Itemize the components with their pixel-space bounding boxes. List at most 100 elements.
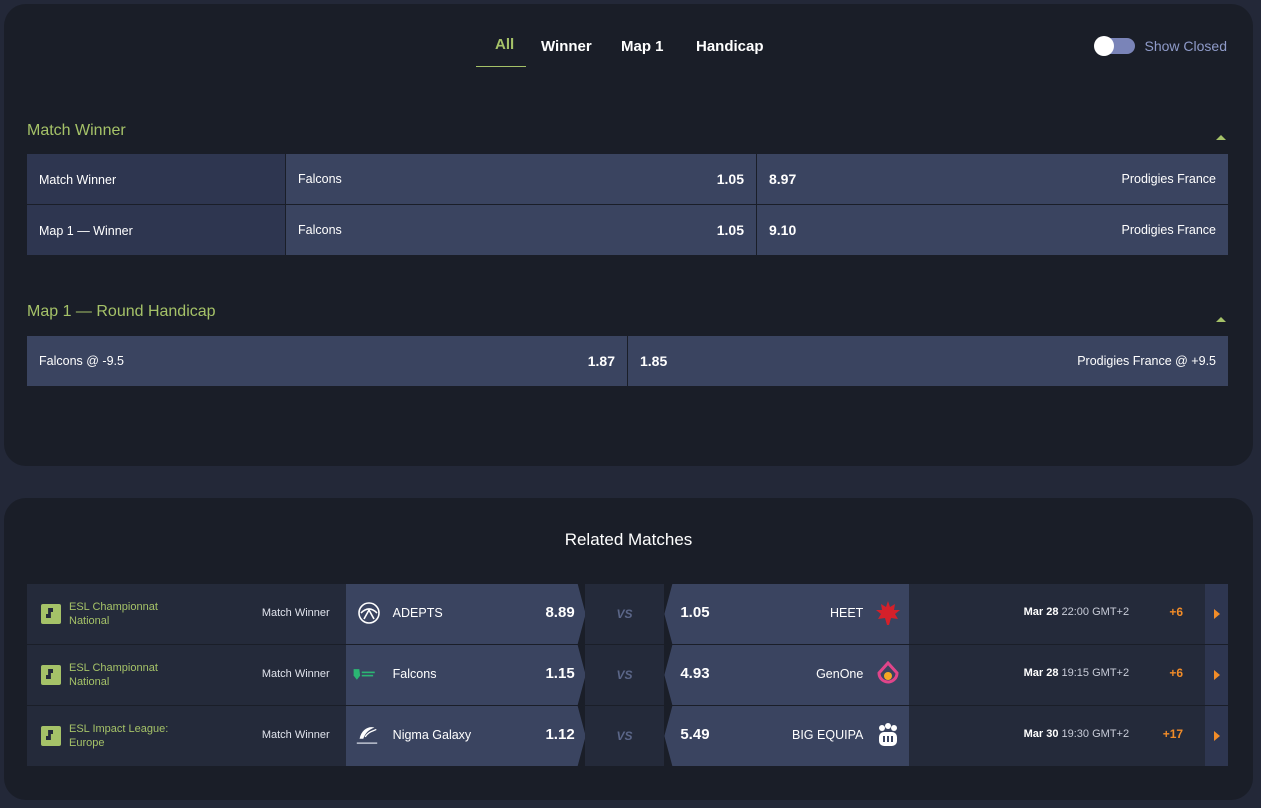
related-match-row[interactable]: ESL Impact League: Europe Match Winner N… [27,706,1228,766]
tab-handicap[interactable]: Handicap [696,38,764,55]
related-matches-title: Related Matches [564,530,693,549]
chevron-right-icon [1213,731,1220,741]
home-team-name: Falcons [298,223,342,237]
home-odd-value: 1.15 [545,665,575,682]
match-time: 22:00 GMT+2 [1061,606,1130,618]
home-odds-button[interactable]: Falcons 1.05 [286,205,756,255]
falcons-logo-icon [352,661,378,687]
big-equipa-logo-icon [875,722,901,748]
away-handicap-button[interactable]: 1.85 Prodigies France @ +9.5 [628,336,1228,386]
related-match-row[interactable]: ESL Championnat National Match Winner AD… [27,584,1228,644]
tab-map-1[interactable]: Map 1 [621,38,664,55]
away-odds-button[interactable]: 4.93 GenOne [664,645,910,705]
market-row: Match Winner Falcons 1.05 8.97 Prodigies… [27,154,1228,204]
league-name: ESL Championnat National [69,601,158,627]
collapse-icon[interactable] [1216,317,1226,322]
vs-label: VS [584,645,665,705]
nigma-galaxy-logo-icon [354,722,380,748]
home-team-name: ADEPTS [392,606,443,620]
open-match-button[interactable] [1205,584,1228,644]
home-odd-value: 8.89 [545,604,575,621]
open-match-button[interactable] [1205,645,1228,705]
home-odd-value: 1.87 [587,353,615,369]
home-odd-value: 1.05 [716,171,744,187]
home-odds-button[interactable]: Falcons 1.15 [345,645,585,705]
home-odds-button[interactable]: Falcons 1.05 [286,154,756,204]
match-info-cell: Mar 30 19:30 GMT+2 +17 [909,706,1206,766]
active-tab-underline [476,66,526,67]
related-matches-panel: Related Matches ESL Championnat National… [4,498,1253,800]
home-team-name: Nigma Galaxy [392,728,472,742]
home-handicap-button[interactable]: Falcons @ -9.5 1.87 [27,336,627,386]
section-title-match-winner: Match Winner [27,122,126,139]
open-match-button[interactable] [1205,706,1228,766]
cs-game-icon [41,726,61,746]
away-odd-value: 9.10 [769,222,797,238]
home-team-name: Falcons [392,667,437,681]
away-odd-value: 5.49 [680,726,710,743]
home-team-name: Falcons [298,172,342,186]
away-odds-button[interactable]: 5.49 BIG EQUIPA [664,706,910,766]
more-markets-count: +6 [1169,605,1184,619]
more-markets-count: +6 [1169,666,1184,680]
vs-label: VS [584,706,665,766]
away-odd-value: 4.93 [680,665,710,682]
market-row: Map 1 — Winner Falcons 1.05 9.10 Prodigi… [27,205,1228,255]
match-date: Mar 30 [1023,728,1059,740]
home-odds-button[interactable]: Nigma Galaxy 1.12 [345,706,585,766]
match-info-cell: Mar 28 22:00 GMT+2 +6 [909,584,1206,644]
collapse-icon[interactable] [1216,135,1226,140]
away-odd-value: 1.05 [680,604,710,621]
match-datetime: Mar 28 19:15 GMT+2 [1024,667,1130,679]
tab-all[interactable]: All [495,36,514,53]
match-info-cell: Mar 28 19:15 GMT+2 +6 [909,645,1206,705]
match-date: Mar 28 [1023,606,1059,618]
away-odds-button[interactable]: 8.97 Prodigies France [757,154,1228,204]
league-cell: ESL Impact League: Europe Match Winner [27,706,346,766]
league-cell: ESL Championnat National Match Winner [27,584,346,644]
show-closed-label: Show Closed [1144,38,1228,54]
vs-label: VS [584,584,665,644]
away-odd-value: 8.97 [769,171,797,187]
market-label: Match Winner [27,154,285,204]
section-title-round-handicap: Map 1 — Round Handicap [27,303,216,320]
league-cell: ESL Championnat National Match Winner [27,645,346,705]
match-datetime: Mar 28 22:00 GMT+2 [1024,606,1130,618]
away-odds-button[interactable]: 1.05 HEET [664,584,910,644]
cs-game-icon [41,665,61,685]
away-team-name: Prodigies France [1121,172,1217,186]
markets-panel: All Winner Map 1 Handicap Show Closed Ma… [4,4,1253,466]
more-markets-count: +17 [1162,727,1184,741]
away-odd-value: 1.85 [640,353,668,369]
match-date: Mar 28 [1023,667,1059,679]
market-name: Match Winner [261,729,330,741]
match-datetime: Mar 30 19:30 GMT+2 [1024,728,1130,740]
related-match-row[interactable]: ESL Championnat National Match Winner Fa… [27,645,1228,705]
away-team-name: BIG EQUIPA [792,728,864,742]
show-closed-control: Show Closed [1093,36,1228,56]
match-time: 19:30 GMT+2 [1061,728,1130,740]
show-closed-toggle[interactable] [1093,36,1135,56]
market-label: Map 1 — Winner [27,205,285,255]
league-name: ESL Championnat National [69,662,158,688]
market-row: Falcons @ -9.5 1.87 1.85 Prodigies Franc… [27,336,1228,386]
chevron-right-icon [1213,670,1220,680]
adepts-logo-icon [356,600,382,626]
toggle-knob [1093,36,1114,56]
chevron-right-icon [1213,609,1220,619]
home-odd-value: 1.05 [716,222,744,238]
home-odds-button[interactable]: ADEPTS 8.89 [345,584,585,644]
away-team-name: Prodigies France [1121,223,1217,237]
away-team-name: HEET [829,606,864,620]
away-handicap-label: Prodigies France @ +9.5 [1077,354,1216,368]
league-name: ESL Impact League: Europe [69,723,169,749]
home-odd-value: 1.12 [545,726,575,743]
market-name: Match Winner [261,668,330,680]
genone-logo-icon [875,661,901,687]
heet-logo-icon [875,600,901,626]
away-team-name: GenOne [816,667,864,681]
away-odds-button[interactable]: 9.10 Prodigies France [757,205,1228,255]
cs-game-icon [41,604,61,624]
tab-winner[interactable]: Winner [541,38,592,55]
home-handicap-label: Falcons @ -9.5 [39,354,124,368]
